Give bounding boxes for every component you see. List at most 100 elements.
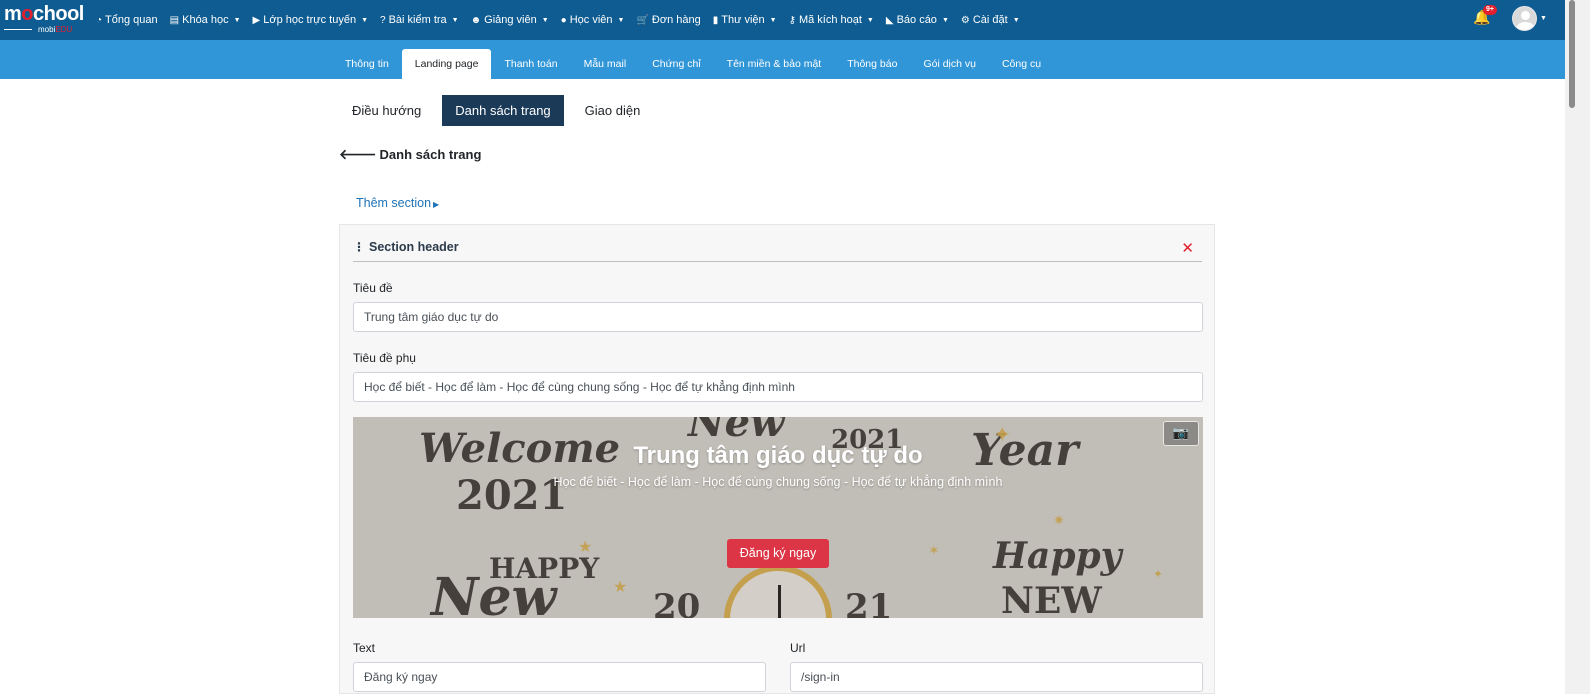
tab-settings-0[interactable]: Thông tin [332, 49, 402, 79]
notification-badge: 9+ [1483, 5, 1497, 15]
chevron-down-icon: ▼ [866, 16, 874, 24]
book-icon: ▮ [712, 14, 719, 26]
subtitle-label: Tiêu đề phụ [353, 351, 416, 365]
nav-item-5[interactable]: ● Học viên ▼ [561, 14, 625, 26]
nav-item-label: Tổng quan [105, 14, 158, 26]
section-title-label: Section header [369, 240, 459, 254]
url-label: Url [790, 641, 806, 655]
clock-hand [778, 585, 781, 618]
scrollbar-thumb[interactable] [1569, 0, 1575, 108]
close-icon[interactable]: ✕ [1181, 239, 1194, 257]
pill-tab-1[interactable]: Danh sách trang [442, 95, 564, 126]
page-scrollbar[interactable] [1565, 0, 1590, 694]
nav-item-6[interactable]: 🛒 Đơn hàng [636, 14, 700, 26]
back-link-label: Danh sách trang [379, 147, 482, 162]
tab-settings-3[interactable]: Mẫu mail [571, 49, 640, 79]
arrow-left-icon: 🡐 [339, 146, 377, 162]
nav-item-label: Đơn hàng [651, 14, 701, 26]
text-label: Text [353, 641, 376, 655]
star-icon: ★ [578, 539, 593, 556]
chevron-down-icon: ▼ [941, 16, 949, 24]
chevron-down-icon: ▼ [769, 16, 777, 24]
nav-item-2[interactable]: ▶ Lớp học trực tuyến ▼ [253, 14, 369, 26]
logo-underline [4, 29, 32, 30]
deco-word: 21 [845, 587, 893, 618]
drag-handle-icon[interactable]: ⋮ [353, 240, 365, 254]
star-icon: ★ [613, 579, 628, 596]
user-icon: ● [560, 14, 567, 26]
mschool-logo[interactable]: mochool mobiEDU [4, 4, 84, 34]
chevron-down-icon: ▼ [233, 16, 241, 24]
deco-word: 20 [653, 587, 701, 618]
title-label: Tiêu đề [353, 281, 393, 295]
logo-wordmark: mochool [4, 3, 84, 25]
pill-tab-2[interactable]: Giao diện [572, 95, 654, 126]
video-icon: ▶ [252, 14, 261, 26]
nav-item-3[interactable]: ? Bài kiểm tra ▼ [380, 14, 459, 26]
chevron-down-icon: ▼ [617, 16, 625, 24]
top-navbar: mochool mobiEDU ◔ Tổng quan ▤ Khóa học ▼ ▶ Lớp… [0, 0, 1565, 40]
banner-heading: Trung tâm giáo dục tự do [633, 442, 923, 469]
section-card: ⋮ Section header ✕ Tiêu đề Tiêu đề phụ W… [339, 224, 1215, 694]
nav-item-label: Mã kích hoạt [798, 14, 862, 26]
nav-item-7[interactable]: ▮ Thư viện ▼ [713, 14, 777, 26]
avatar[interactable] [1512, 6, 1537, 31]
tab-settings-7[interactable]: Gói dịch vụ [910, 49, 989, 79]
deco-word: New [431, 567, 557, 618]
chevron-down-icon[interactable]: ▼ [1540, 15, 1547, 22]
star-icon: ✷ [1053, 512, 1065, 528]
nav-item-1[interactable]: ▤ Khóa học ▼ [170, 14, 241, 26]
nav-item-9[interactable]: ◣ Báo cáo ▼ [886, 14, 949, 26]
nav-item-0[interactable]: ◔ Tổng quan [96, 14, 158, 26]
settings-tabs: Thông tin Landing page Thanh toán Mẫu mail C… [332, 49, 1054, 79]
star-icon: ✦ [1153, 567, 1164, 581]
dashboard-icon: ◔ [96, 14, 103, 26]
nav-item-label: Cài đặt [972, 14, 1008, 26]
section-title[interactable]: ⋮ Section header [353, 240, 459, 254]
add-section-label: Thêm section [356, 196, 432, 210]
register-button[interactable]: Đăng ký ngay [727, 539, 829, 568]
chevron-down-icon: ▼ [1012, 16, 1020, 24]
banner-preview: Welcome 2021 New 2021 Year HAPPY New 20 … [353, 417, 1203, 618]
users-icon: ☻ [470, 14, 482, 26]
caret-right-icon: ▶ [433, 200, 440, 209]
deco-word: NEW [1001, 580, 1102, 618]
tab-settings-5[interactable]: Tên miền & bảo mật [714, 49, 835, 79]
nav-item-label: Bài kiểm tra [388, 14, 447, 26]
pill-tab-0[interactable]: Điều hướng [339, 95, 434, 126]
tab-settings-4[interactable]: Chứng chỉ [639, 49, 713, 79]
main-menu: ◔ Tổng quan ▤ Khóa học ▼ ▶ Lớp học trực tuyến ▼… [96, 0, 1032, 40]
nav-item-label: Thư viện [721, 14, 765, 26]
star-icon: ✶ [928, 542, 940, 558]
question-icon: ? [380, 14, 386, 26]
nav-item-label: Lớp học trực tuyến [263, 14, 357, 26]
tab-settings-1[interactable]: Landing page [401, 49, 492, 79]
tab-settings-8[interactable]: Công cụ [989, 49, 1054, 79]
chevron-down-icon: ▼ [361, 16, 369, 24]
nav-item-4[interactable]: ☻ Giảng viên ▼ [471, 14, 549, 26]
avatar-body [1516, 22, 1535, 30]
chevron-down-icon: ▼ [451, 16, 459, 24]
chart-icon: ◣ [885, 14, 894, 26]
nav-item-label: Báo cáo [896, 14, 937, 26]
button-text-input[interactable] [353, 662, 766, 692]
subtitle-input[interactable] [353, 372, 1203, 402]
nav-item-label: Học viên [569, 14, 613, 26]
nav-item-8[interactable]: ⚷ Mã kích hoạt ▼ [789, 14, 874, 26]
tab-settings-2[interactable]: Thanh toán [491, 49, 570, 79]
cart-icon: 🛒 [636, 14, 649, 26]
nav-item-label: Giảng viên [484, 14, 537, 26]
nav-item-10[interactable]: ⚙ Cài đặt ▼ [961, 14, 1020, 26]
camera-icon[interactable]: 📷 [1163, 421, 1199, 446]
title-input[interactable] [353, 302, 1203, 332]
add-section-link[interactable]: Thêm section ▶ [356, 196, 439, 210]
back-link[interactable]: 🡐 Danh sách trang [339, 146, 481, 163]
url-input[interactable] [790, 662, 1203, 692]
tab-settings-6[interactable]: Thông báo [834, 49, 910, 79]
list-icon: ▤ [169, 14, 180, 26]
landing-page-tabs: Điều hướng Danh sách trang Giao diện [339, 95, 661, 126]
settings-subnav: Thông tin Landing page Thanh toán Mẫu mail C… [0, 40, 1565, 79]
clock-icon [724, 565, 832, 618]
chevron-down-icon: ▼ [541, 16, 549, 24]
gears-icon: ⚙ [960, 14, 970, 26]
